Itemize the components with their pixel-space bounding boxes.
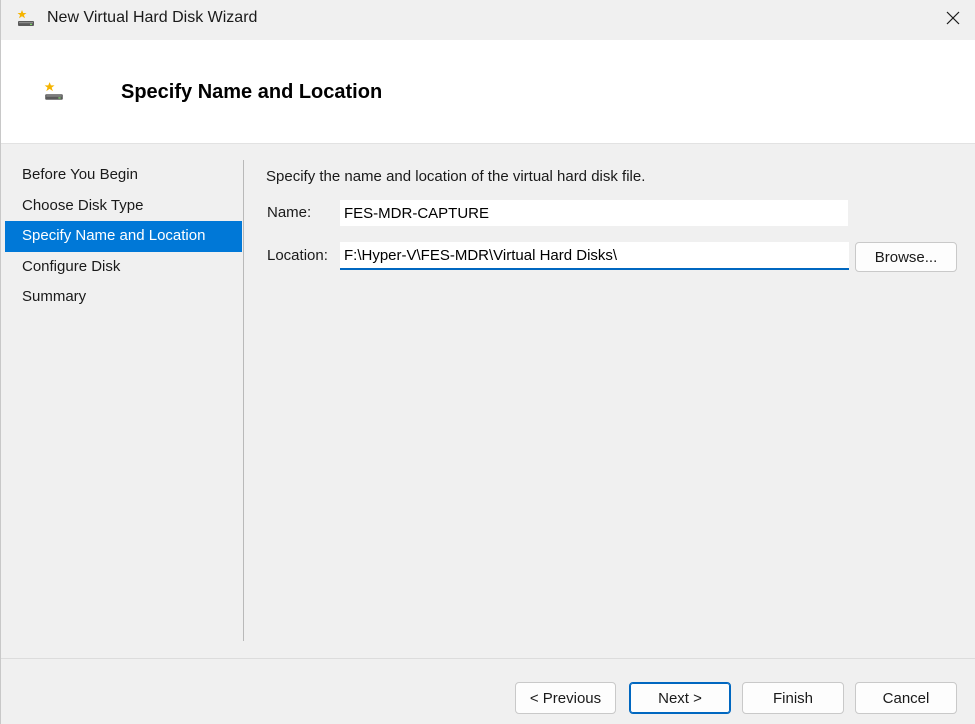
location-label: Location:: [267, 247, 328, 264]
previous-button[interactable]: < Previous: [515, 682, 616, 714]
page-description: Specify the name and location of the vir…: [266, 168, 646, 185]
cancel-button[interactable]: Cancel: [855, 682, 957, 714]
location-input[interactable]: [340, 242, 849, 270]
name-label: Name:: [267, 204, 312, 221]
nav-item-specify-name-and-location[interactable]: Specify Name and Location: [5, 221, 242, 252]
next-button[interactable]: Next >: [629, 682, 731, 714]
close-icon: [946, 11, 960, 30]
title-bar: New Virtual Hard Disk Wizard: [1, 0, 975, 40]
nav-item-configure-disk[interactable]: Configure Disk: [5, 252, 242, 283]
footer-divider: [1, 658, 975, 659]
nav-item-before-you-begin[interactable]: Before You Begin: [5, 160, 242, 191]
nav-divider: [243, 160, 244, 641]
wizard-header: Specify Name and Location: [1, 40, 975, 144]
wizard-window: New Virtual Hard Disk Wizard Specify Nam…: [0, 0, 975, 724]
finish-button[interactable]: Finish: [742, 682, 844, 714]
name-input[interactable]: [340, 200, 848, 226]
wizard-steps-nav: Before You Begin Choose Disk Type Specif…: [5, 160, 242, 313]
browse-button[interactable]: Browse...: [855, 242, 957, 272]
page-title: Specify Name and Location: [121, 81, 383, 103]
nav-item-choose-disk-type[interactable]: Choose Disk Type: [5, 191, 242, 222]
virtual-disk-icon: [16, 9, 36, 29]
nav-item-summary[interactable]: Summary: [5, 282, 242, 313]
virtual-disk-icon: [43, 81, 65, 103]
close-button[interactable]: [930, 0, 975, 40]
window-title: New Virtual Hard Disk Wizard: [47, 9, 258, 26]
